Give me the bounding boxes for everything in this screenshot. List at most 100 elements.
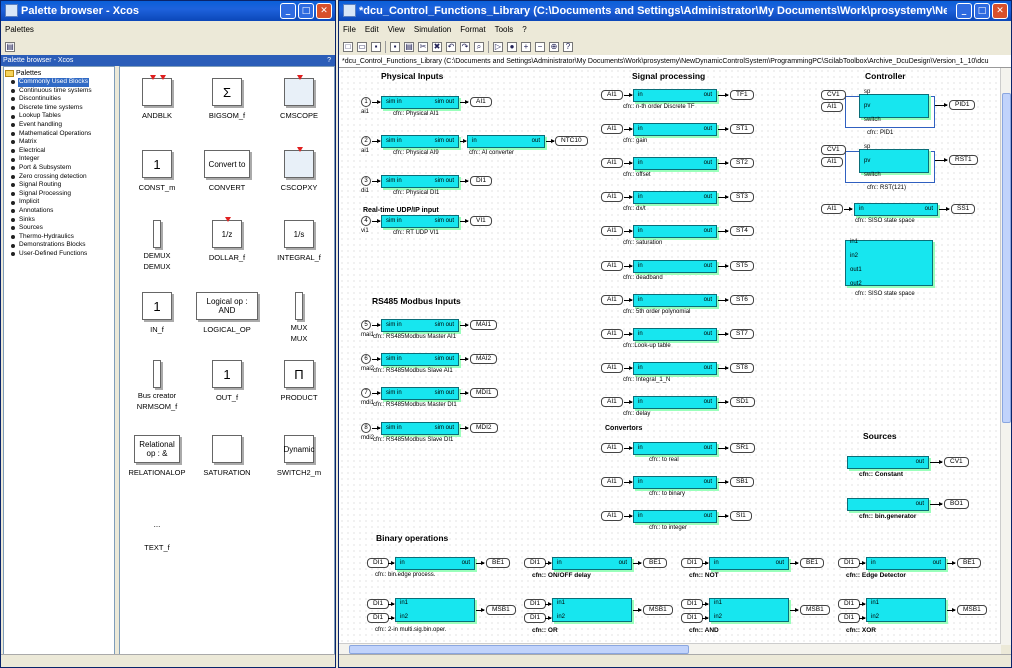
signal-link[interactable] bbox=[624, 446, 633, 450]
signal-link[interactable] bbox=[624, 264, 633, 268]
signal-link[interactable] bbox=[859, 561, 866, 565]
signal-link[interactable] bbox=[859, 616, 866, 620]
menu-simulation[interactable]: Simulation bbox=[414, 21, 451, 38]
signal-tag[interactable]: ST8 bbox=[730, 363, 754, 373]
signal-link[interactable] bbox=[372, 139, 381, 143]
signal-tag[interactable]: BE1 bbox=[643, 558, 668, 568]
signal-tag[interactable]: AI1 bbox=[601, 329, 623, 339]
binary-2in-block[interactable]: in1 in2 bbox=[866, 598, 946, 622]
tree-item[interactable]: Discontinuities bbox=[5, 95, 113, 104]
signal-link[interactable] bbox=[947, 561, 956, 565]
signal-tag[interactable]: AI1 bbox=[601, 443, 623, 453]
signal-tag[interactable]: AI1 bbox=[821, 102, 843, 112]
palette-block[interactable]: 1/s INTEGRAL_f bbox=[264, 217, 334, 262]
function-block[interactable]: in out bbox=[633, 260, 717, 273]
signal-link[interactable] bbox=[702, 602, 709, 606]
signal-tag[interactable]: AI1 bbox=[821, 204, 843, 214]
signal-tag[interactable]: DI1 bbox=[838, 599, 861, 609]
signal-link[interactable] bbox=[476, 608, 485, 612]
signal-link[interactable] bbox=[624, 93, 633, 97]
function-block[interactable]: sim in sim out bbox=[381, 353, 459, 366]
undo-icon[interactable]: ↶ bbox=[446, 41, 456, 52]
signal-link[interactable] bbox=[930, 460, 943, 464]
signal-tag[interactable]: DI1 bbox=[681, 613, 704, 623]
save-as-icon[interactable]: ▪ bbox=[390, 41, 400, 52]
port-number[interactable]: 2 bbox=[361, 136, 371, 146]
signal-link[interactable] bbox=[935, 158, 948, 162]
save-icon[interactable]: ▪ bbox=[371, 41, 381, 52]
cut-icon[interactable]: ✂ bbox=[418, 41, 428, 52]
signal-tag[interactable]: VI1 bbox=[470, 216, 492, 226]
signal-link[interactable] bbox=[790, 608, 799, 612]
function-block[interactable]: in out bbox=[467, 135, 545, 148]
signal-link[interactable] bbox=[633, 561, 642, 565]
signal-tag[interactable]: NTC10 bbox=[555, 136, 588, 146]
menu-help[interactable]: ? bbox=[522, 21, 526, 38]
signal-tag[interactable]: DI1 bbox=[524, 599, 547, 609]
palette-block[interactable]: Σ BIGSOM_f bbox=[192, 75, 262, 120]
signal-tag[interactable]: DI1 bbox=[367, 558, 390, 568]
horizontal-scrollbar[interactable] bbox=[339, 643, 1001, 654]
signal-tag[interactable]: ST6 bbox=[730, 295, 754, 305]
open-icon[interactable]: ▭ bbox=[357, 41, 367, 52]
menu-edit[interactable]: Edit bbox=[365, 21, 379, 38]
signal-tag[interactable]: AI1 bbox=[601, 226, 623, 236]
signal-tag[interactable]: ST2 bbox=[730, 158, 754, 168]
vertical-scroll-thumb[interactable] bbox=[1002, 93, 1011, 423]
signal-tag[interactable]: MSB1 bbox=[800, 605, 830, 615]
signal-tag[interactable]: DI1 bbox=[524, 613, 547, 623]
help-icon[interactable]: ? bbox=[563, 41, 573, 52]
signal-link[interactable] bbox=[546, 139, 555, 143]
signal-tag[interactable]: DI1 bbox=[367, 613, 390, 623]
signal-tag[interactable]: ST1 bbox=[730, 124, 754, 134]
signal-link[interactable] bbox=[460, 219, 469, 223]
signal-link[interactable] bbox=[460, 139, 467, 143]
signal-link[interactable] bbox=[372, 357, 381, 361]
signal-link[interactable] bbox=[930, 502, 943, 506]
maximize-button[interactable]: □ bbox=[974, 3, 990, 19]
fit-diagram-icon[interactable]: ⌕ bbox=[474, 41, 484, 52]
palette-block[interactable]: ... TEXT_f bbox=[122, 507, 192, 553]
function-block[interactable]: sim in sim out bbox=[381, 319, 459, 332]
tree-item[interactable]: Port & Subsystem bbox=[5, 164, 113, 173]
palette-block[interactable]: SATURATION bbox=[192, 432, 262, 477]
signal-tag[interactable]: AI1 bbox=[601, 192, 623, 202]
tree-item[interactable]: Demonstrations Blocks bbox=[5, 241, 113, 250]
maximize-button[interactable]: □ bbox=[298, 3, 314, 19]
tree-item[interactable]: Zero crossing detection bbox=[5, 173, 113, 182]
signal-link[interactable] bbox=[718, 161, 729, 165]
signal-tag[interactable]: MSB1 bbox=[643, 605, 673, 615]
palette-block[interactable]: Dynamic SWITCH2_m bbox=[264, 432, 334, 477]
tree-item[interactable]: Event handling bbox=[5, 121, 113, 130]
function-block[interactable]: in out bbox=[633, 442, 717, 455]
signal-tag[interactable]: RST1 bbox=[949, 155, 978, 165]
signal-link[interactable] bbox=[718, 127, 729, 131]
tree-item[interactable]: User-Defined Functions bbox=[5, 250, 113, 259]
palette-block[interactable]: MUX MUX bbox=[264, 289, 334, 343]
palette-block[interactable]: DEMUX DEMUX bbox=[122, 217, 192, 271]
signal-link[interactable] bbox=[935, 103, 948, 107]
function-block[interactable]: sim in sim out bbox=[381, 215, 459, 228]
signal-link[interactable] bbox=[388, 561, 395, 565]
port-number[interactable]: 4 bbox=[361, 216, 371, 226]
minimize-button[interactable]: _ bbox=[280, 3, 296, 19]
signal-tag[interactable]: AI1 bbox=[601, 124, 623, 134]
signal-link[interactable] bbox=[372, 179, 381, 183]
signal-tag[interactable]: PID1 bbox=[949, 100, 976, 110]
port-number[interactable]: 5 bbox=[361, 320, 371, 330]
tree-item[interactable]: Matrix bbox=[5, 138, 113, 147]
source-block[interactable]: out bbox=[847, 498, 929, 511]
signal-link[interactable] bbox=[624, 298, 633, 302]
help-icon[interactable]: ? bbox=[327, 55, 331, 66]
signal-tag[interactable]: DI1 bbox=[524, 558, 547, 568]
signal-tag[interactable]: AI1 bbox=[601, 158, 623, 168]
function-block[interactable]: in out bbox=[709, 557, 789, 570]
palette-block[interactable]: CMSCOPE bbox=[264, 75, 334, 120]
function-block[interactable]: in out bbox=[633, 294, 717, 307]
signal-link[interactable] bbox=[372, 323, 381, 327]
signal-link[interactable] bbox=[790, 561, 799, 565]
signal-tag[interactable]: DI1 bbox=[367, 599, 390, 609]
signal-tag[interactable]: BE1 bbox=[957, 558, 982, 568]
function-block[interactable]: in out bbox=[633, 225, 717, 238]
print-icon[interactable]: ▤ bbox=[404, 41, 414, 52]
